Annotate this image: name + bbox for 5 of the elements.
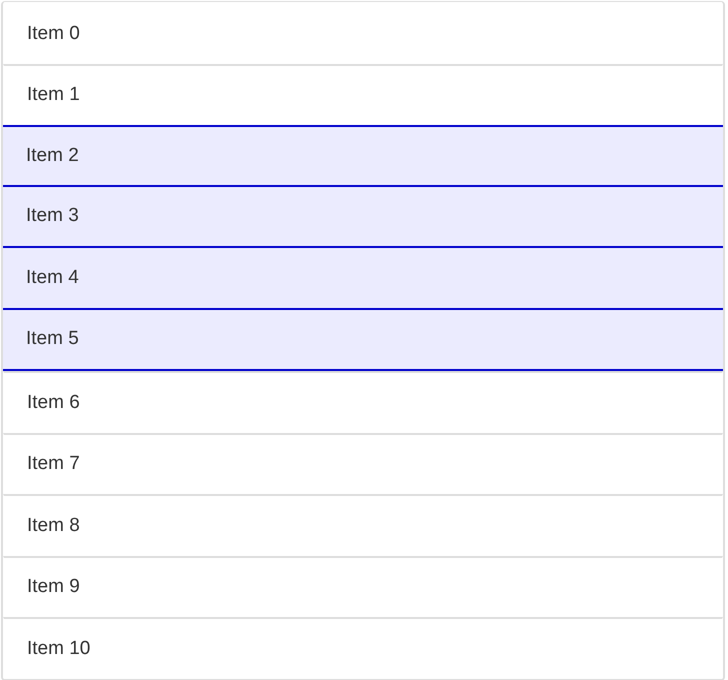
list-item[interactable]: Item 3 <box>3 184 723 248</box>
list-item[interactable]: Item 2 <box>3 125 723 186</box>
list-item[interactable]: Item 5 <box>3 308 723 371</box>
list-item[interactable]: Item 10 <box>3 617 723 678</box>
list-item[interactable]: Item 4 <box>3 246 723 310</box>
